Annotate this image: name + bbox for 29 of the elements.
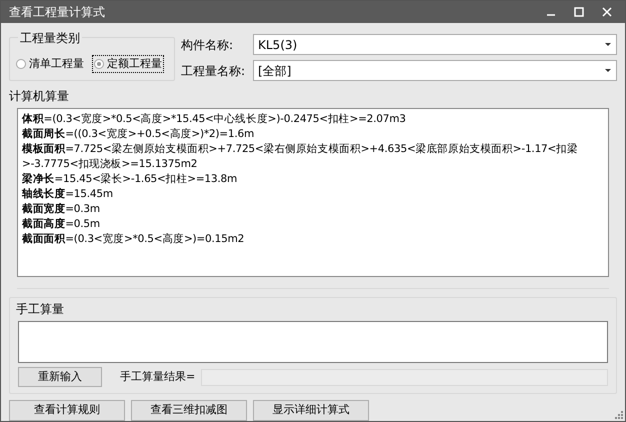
formula-line: 截面宽度=0.3m <box>22 202 101 217</box>
formula-line: 模板面积=7.725<梁左侧原始支模面积>+7.725<梁右侧原始支模面积>+4.635<梁底部原始支模面积>-1.17<扣梁>-3.7775<扣现浇板>=15.1375m2 <box>22 142 579 172</box>
manual-input-field[interactable] <box>18 321 608 363</box>
action-button[interactable]: 显示详细计算式 <box>253 400 369 421</box>
section-label: 手工算量 <box>16 301 64 318</box>
formula-line: 截面高度=0.5m <box>22 217 101 232</box>
radio-option[interactable]: 清单工程量 <box>14 54 86 74</box>
action-button[interactable]: 查看三维扣减图 <box>131 400 247 421</box>
section-label: 计算机算量 <box>9 88 69 105</box>
group-label: 工程量类别 <box>18 29 82 47</box>
window-title: 查看工程量计算式 <box>9 4 106 21</box>
close-icon[interactable] <box>601 6 613 18</box>
result-label: 手工算量结果= <box>120 368 196 385</box>
field-label: 构件名称: <box>181 36 234 54</box>
formula-line: 体积=(0.3<宽度>*0.5<高度>*15.45<中心线长度>)-0.2475<扣柱>=2.07m3 <box>22 112 407 127</box>
formula-line: 截面周长=((0.3<宽度>+0.5<高度>)*2)=1.6m <box>22 127 256 142</box>
dropdown-field[interactable]: [全部] <box>253 60 617 81</box>
formula-line: 截面面积=(0.3<宽度>*0.5<高度>)=0.15m2 <box>22 232 246 247</box>
reenter-button[interactable]: 重新输入 <box>18 367 102 387</box>
action-button[interactable]: 查看计算规则 <box>9 400 125 421</box>
resize-grip-icon <box>615 411 623 419</box>
caret-icon <box>604 68 612 73</box>
maximize-icon[interactable] <box>573 6 585 18</box>
caret-icon <box>604 42 612 47</box>
field-label: 工程量名称: <box>181 62 246 80</box>
formula-line: 梁净长=15.45<梁长>-1.65<扣柱>=13.8m <box>22 172 238 187</box>
dropdown-field[interactable]: KL5(3) <box>253 34 617 55</box>
radio-option[interactable]: 定额工程量 <box>92 54 164 74</box>
formula-line: 轴线长度=15.45m <box>22 187 114 202</box>
